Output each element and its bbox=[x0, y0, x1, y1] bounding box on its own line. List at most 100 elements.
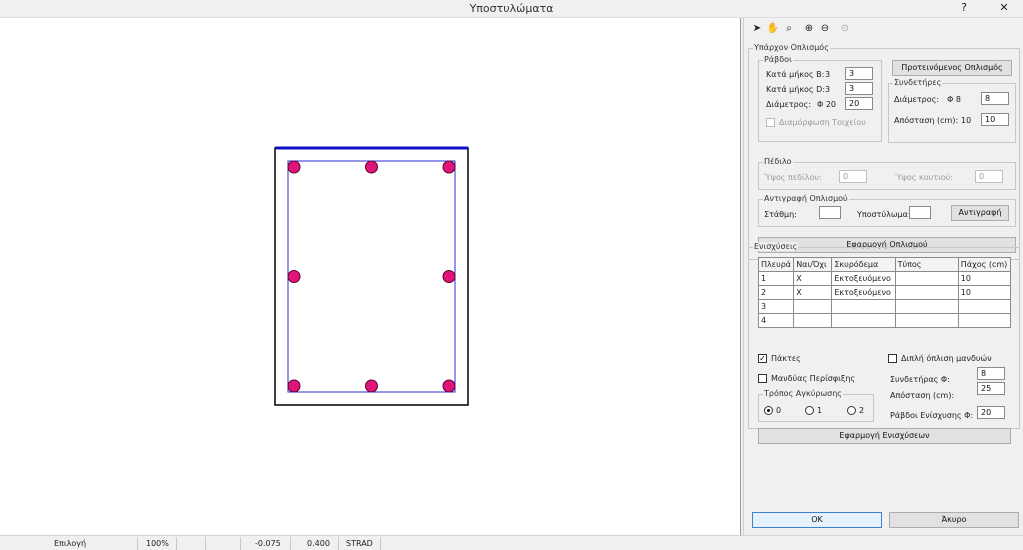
yesno-cell[interactable]: X bbox=[793, 271, 833, 286]
length-d-label: Κατά μήκος D: bbox=[766, 85, 826, 94]
status-y-coordinate: 0.400 bbox=[307, 539, 330, 548]
close-button[interactable]: ✕ bbox=[994, 1, 1014, 14]
zoom-extents-icon: ⊙ bbox=[840, 23, 850, 34]
stirrup-diameter-input[interactable]: 8 bbox=[977, 367, 1005, 380]
column-header: Πάχος (cm) bbox=[957, 257, 1012, 272]
thickness-cell[interactable] bbox=[957, 299, 1012, 314]
rebar-circle bbox=[442, 379, 456, 393]
column-section-drawing[interactable] bbox=[0, 18, 741, 535]
type-cell[interactable] bbox=[894, 271, 959, 286]
diameter-input[interactable]: 20 bbox=[845, 97, 873, 110]
status-zoom: 100% bbox=[146, 539, 169, 548]
stirrup-spacing-input[interactable]: 10 bbox=[981, 113, 1009, 126]
level-input[interactable] bbox=[819, 206, 841, 219]
diameter-label: Διάμετρος: bbox=[766, 100, 812, 109]
toolbar-separator bbox=[798, 22, 800, 36]
group-title: Ράβδοι bbox=[763, 55, 793, 64]
anchorage-option-1[interactable] bbox=[805, 406, 814, 415]
concrete-cell[interactable]: Εκτοξευόμενο bbox=[831, 271, 896, 286]
drawing-canvas[interactable] bbox=[0, 18, 741, 535]
status-snap: STRAD bbox=[346, 539, 373, 548]
copy-button[interactable]: Αντιγραφή bbox=[951, 205, 1009, 221]
footing-height-input[interactable]: 0 bbox=[839, 170, 867, 183]
double-jacket-label: Διπλή όπλιση μανδυών bbox=[901, 354, 992, 363]
title-bar: Υποστυλώματα ? ✕ bbox=[0, 0, 1023, 18]
status-divider bbox=[137, 537, 138, 550]
ok-button[interactable]: OK bbox=[752, 512, 882, 528]
help-button[interactable]: ? bbox=[954, 1, 974, 14]
rebar-circle bbox=[287, 270, 301, 283]
anchorage-group: Τρόπος Αγκύρωσης 0 1 2 bbox=[758, 389, 874, 422]
table-row[interactable]: 3 bbox=[757, 299, 1012, 314]
existing-reinforcement-group: Υπάρχον Οπλισμός Ράβδοι Κατά μήκος Β: 3 … bbox=[748, 43, 1020, 260]
apply-strengthening-button[interactable]: Εφαρμογή Ενισχύσεων bbox=[758, 428, 1011, 444]
zoom-window-icon[interactable]: ⌕ bbox=[782, 22, 796, 36]
stirrup-diameter-current: Φ 8 bbox=[947, 95, 961, 104]
column-input[interactable] bbox=[909, 206, 931, 219]
pointer-icon[interactable]: ➤ bbox=[750, 22, 764, 36]
rebar-circle bbox=[287, 160, 301, 174]
double-jacket-checkbox[interactable] bbox=[888, 354, 897, 363]
level-label: Στάθμη: bbox=[764, 210, 797, 219]
status-divider bbox=[290, 537, 291, 550]
rebar-circle bbox=[365, 160, 378, 174]
properties-panel: ➤ ✋ ⌕ ⊕ ⊖ ⊙ Υπάρχον Οπλισμός Ράβδοι Κατά… bbox=[743, 18, 1023, 535]
cancel-button[interactable]: Άκυρο bbox=[889, 512, 1019, 528]
side-cell: 3 bbox=[757, 299, 795, 314]
type-cell[interactable] bbox=[894, 285, 959, 300]
yesno-cell[interactable]: X bbox=[793, 285, 833, 300]
status-mode: Επιλογή bbox=[54, 539, 87, 548]
concrete-cell[interactable] bbox=[831, 313, 896, 328]
pan-hand-icon[interactable]: ✋ bbox=[766, 22, 780, 36]
type-cell[interactable] bbox=[894, 299, 959, 314]
proposed-reinforcement-button[interactable]: Προτεινόμενος Οπλισμός bbox=[892, 60, 1012, 76]
table-row[interactable]: 1 X Εκτοξευόμενο 10 bbox=[757, 271, 1012, 286]
table-row[interactable]: 4 bbox=[757, 313, 1012, 328]
group-title: Υπάρχον Οπλισμός bbox=[753, 43, 830, 52]
length-b-current: 3 bbox=[825, 70, 831, 79]
stirrup-diameter-input[interactable]: 8 bbox=[981, 92, 1009, 105]
length-d-input[interactable]: 3 bbox=[845, 82, 873, 95]
full-height-label: Πάκτες bbox=[771, 354, 801, 363]
length-b-input[interactable]: 3 bbox=[845, 67, 873, 80]
toolbar-separator bbox=[834, 22, 836, 36]
concrete-cell[interactable]: Εκτοξευόμενο bbox=[831, 285, 896, 300]
formwork-checkbox[interactable] bbox=[766, 118, 775, 127]
concrete-cell[interactable] bbox=[831, 299, 896, 314]
status-divider bbox=[380, 537, 381, 550]
anchorage-option-2[interactable] bbox=[847, 406, 856, 415]
footing-height-label: Ύψος πεδίλου: bbox=[764, 173, 822, 182]
rebar-diameter-input[interactable]: 20 bbox=[977, 406, 1005, 419]
type-cell[interactable] bbox=[894, 313, 959, 328]
anchorage-option-label: 1 bbox=[817, 406, 823, 415]
status-divider bbox=[338, 537, 339, 550]
column-header: Πλευρά bbox=[757, 257, 795, 272]
table-header-row: Πλευρά Ναι/Όχι Σκυρόδεμα Τύπος Πάχος (cm… bbox=[757, 257, 1012, 272]
column-label: Υποστύλωμα: bbox=[857, 210, 911, 219]
window-title: Υποστυλώματα bbox=[469, 2, 554, 15]
confinement-jacket-checkbox[interactable] bbox=[758, 374, 767, 383]
diameter-current: Φ 20 bbox=[817, 100, 837, 109]
status-divider bbox=[205, 537, 206, 550]
yesno-cell[interactable] bbox=[793, 299, 833, 314]
table-row[interactable]: 2 X Εκτοξευόμενο 10 bbox=[757, 285, 1012, 300]
thickness-cell[interactable]: 10 bbox=[957, 285, 1012, 300]
status-x-coordinate: -0.075 bbox=[255, 539, 281, 548]
strengthening-table[interactable]: Πλευρά Ναι/Όχι Σκυρόδεμα Τύπος Πάχος (cm… bbox=[757, 257, 1012, 328]
anchorage-option-0[interactable] bbox=[764, 406, 773, 415]
stirrup-spacing-current: 10 bbox=[961, 116, 972, 125]
zoom-in-icon[interactable]: ⊕ bbox=[802, 22, 816, 36]
thickness-cell[interactable]: 10 bbox=[957, 271, 1012, 286]
stirrups-group: Συνδετήρες Διάμετρος: Φ 8 8 Απόσταση (cm… bbox=[888, 78, 1016, 143]
zoom-out-icon[interactable]: ⊖ bbox=[818, 22, 832, 36]
full-height-checkbox[interactable]: ✓ bbox=[758, 354, 767, 363]
rebar-circle bbox=[442, 160, 456, 174]
side-cell: 2 bbox=[757, 285, 795, 300]
jacket-spacing-input[interactable]: 25 bbox=[977, 382, 1005, 395]
box-height-input[interactable]: 0 bbox=[975, 170, 1003, 183]
thickness-cell[interactable] bbox=[957, 313, 1012, 328]
yesno-cell[interactable] bbox=[793, 313, 833, 328]
side-cell: 4 bbox=[757, 313, 795, 328]
formwork-label: Διαμόρφωση Τοιχείου bbox=[779, 118, 866, 127]
group-title: Τρόπος Αγκύρωσης bbox=[763, 389, 843, 398]
